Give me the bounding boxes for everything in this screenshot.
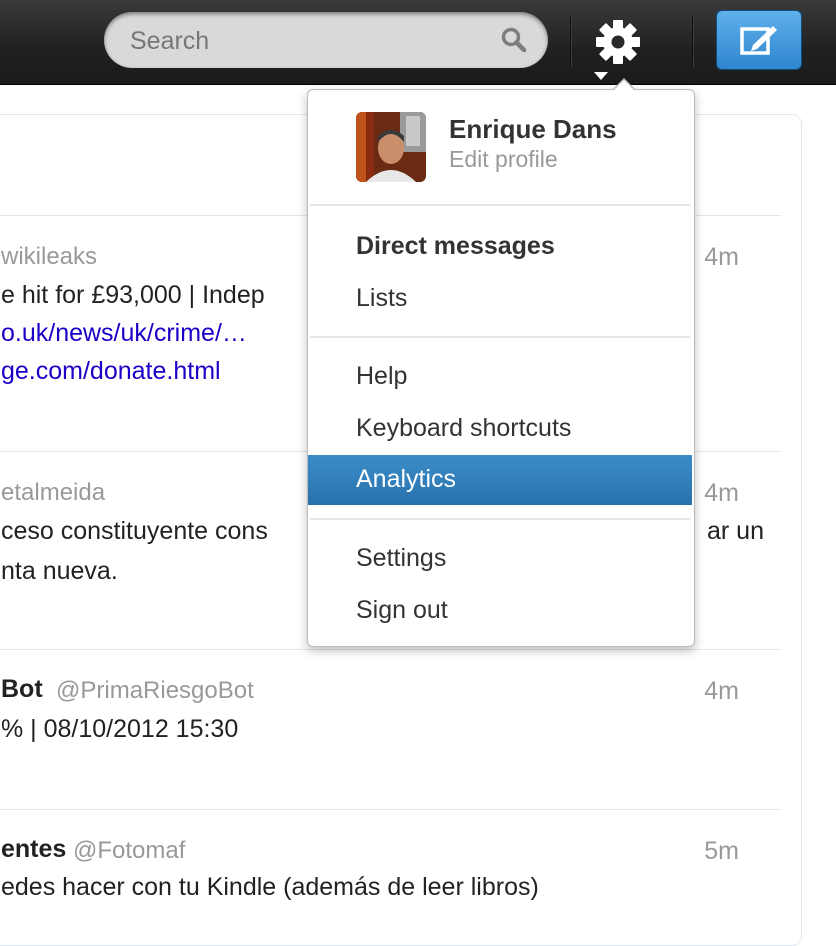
tweet-text: nta nueva. — [1, 557, 118, 585]
tweet-link[interactable]: o.uk/news/uk/crime/… — [1, 319, 247, 348]
menu-caret-icon — [594, 72, 608, 80]
nav-divider — [692, 16, 693, 68]
menu-divider — [310, 336, 690, 338]
tweet-handle[interactable]: @Fotomaf — [73, 837, 185, 865]
top-navigation-bar — [0, 0, 836, 85]
gear-icon[interactable] — [592, 16, 644, 68]
profile-name[interactable]: Enrique Dans — [449, 114, 617, 145]
tweet-author-name[interactable]: entes — [1, 835, 66, 864]
tweet-time[interactable]: 4m — [704, 479, 739, 508]
edit-profile-link[interactable]: Edit profile — [449, 146, 558, 173]
tweet-text: edes hacer con tu Kindle (además de leer… — [1, 873, 539, 901]
compose-tweet-button[interactable] — [716, 10, 802, 70]
tweet-text: % | 08/10/2012 15:30 — [1, 715, 239, 743]
tweet-time[interactable]: 4m — [704, 243, 739, 272]
settings-dropdown-menu: Enrique Dans Edit profile Direct message… — [307, 78, 695, 647]
tweet-handle[interactable]: @PrimaRiesgoBot — [56, 677, 254, 705]
menu-divider — [310, 518, 690, 520]
menu-item-label: Settings — [356, 544, 447, 572]
tweet-time[interactable]: 4m — [704, 677, 739, 706]
menu-item-label: Keyboard shortcuts — [356, 414, 572, 442]
menu-divider — [310, 204, 690, 206]
tweet-text: ar un — [707, 517, 764, 545]
tweet-link[interactable]: ge.com/donate.html — [1, 357, 221, 386]
menu-item-sign-out[interactable]: Sign out — [308, 586, 692, 636]
search-box[interactable] — [104, 12, 548, 68]
menu-item-keyboard-shortcuts[interactable]: Keyboard shortcuts — [308, 404, 692, 454]
profile-photo — [356, 112, 426, 182]
menu-item-settings[interactable]: Settings — [308, 534, 692, 584]
tweet-divider — [0, 809, 781, 810]
menu-item-help[interactable]: Help — [308, 352, 692, 402]
tweet-divider — [0, 649, 781, 650]
menu-item-direct-messages[interactable]: Direct messages — [308, 222, 692, 272]
menu-item-label: Lists — [356, 284, 408, 312]
search-input[interactable] — [128, 22, 492, 60]
menu-item-label: Direct messages — [356, 232, 555, 260]
tweet-handle[interactable]: etalmeida — [1, 479, 105, 507]
tweet-text: ceso constituyente cons — [1, 517, 268, 545]
nav-divider — [570, 16, 571, 68]
search-icon[interactable] — [500, 26, 528, 54]
tweet-time[interactable]: 5m — [704, 837, 739, 866]
tweet-author-name[interactable]: Bot — [1, 675, 43, 704]
compose-tweet-icon — [740, 26, 777, 55]
tweet-handle[interactable]: wikileaks — [1, 243, 97, 271]
menu-item-label: Sign out — [356, 596, 448, 624]
menu-item-label: Help — [356, 362, 408, 390]
menu-item-analytics[interactable]: Analytics — [308, 455, 692, 505]
tweet-text: e hit for £93,000 | Indep — [1, 281, 265, 309]
menu-item-label: Analytics — [356, 465, 457, 493]
menu-item-lists[interactable]: Lists — [308, 274, 692, 324]
avatar[interactable] — [356, 112, 426, 182]
dropdown-arrow — [614, 80, 634, 90]
